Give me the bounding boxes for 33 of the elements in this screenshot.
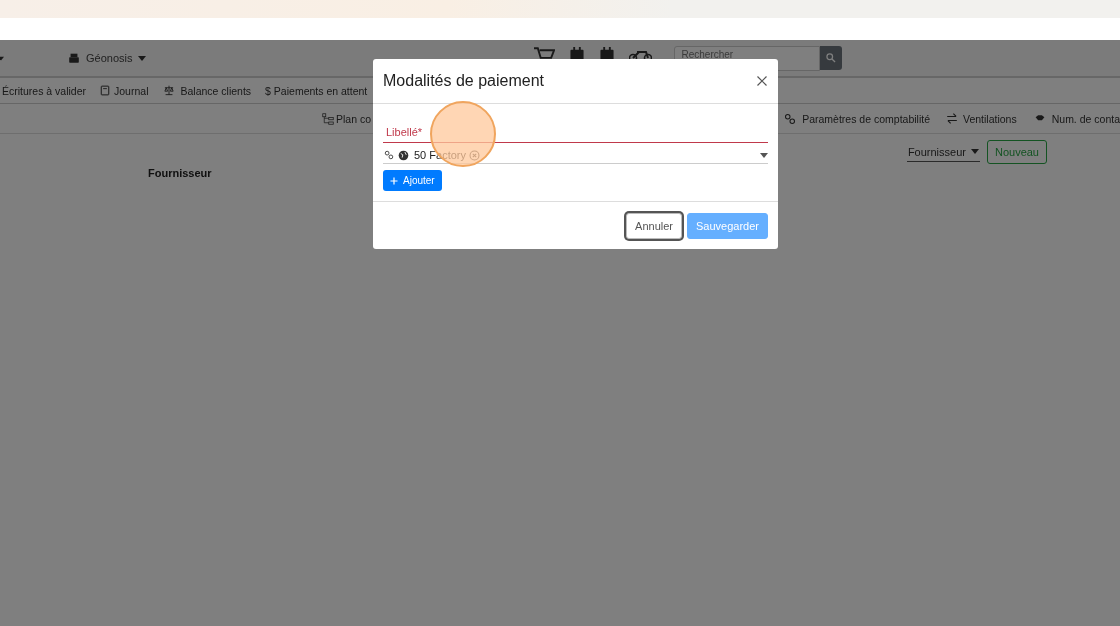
plus-icon xyxy=(390,176,398,185)
close-button[interactable] xyxy=(756,75,768,87)
globe-icon xyxy=(398,149,409,161)
nav-link[interactable]: Balance clients xyxy=(162,84,252,97)
printer-icon xyxy=(68,52,80,64)
nav-link[interactable]: Num. de conta xyxy=(1032,112,1120,125)
nav-link[interactable]: Plan co xyxy=(322,112,372,125)
close-icon xyxy=(756,75,768,87)
selected-chip[interactable]: 50 Factory xyxy=(414,149,466,161)
nav-link[interactable]: Écritures à valider xyxy=(2,84,87,97)
column-header: Fournisseur xyxy=(148,167,213,179)
search-button[interactable] xyxy=(820,46,843,70)
exchange-arrows-icon xyxy=(946,113,958,124)
nav-link[interactable]: Ventilations xyxy=(946,112,1017,125)
caret-down-icon xyxy=(760,152,768,158)
nav-link[interactable]: Paramètres de comptabilité xyxy=(783,112,930,125)
gears-icon xyxy=(383,150,395,160)
workspace-menu[interactable]: Géonosis xyxy=(86,52,133,64)
search-icon xyxy=(826,53,837,63)
nav-link[interactable]: Journal xyxy=(100,84,149,97)
book-icon xyxy=(100,85,111,96)
dialog-title: Modalités de paiement xyxy=(383,72,544,90)
caret-down-icon xyxy=(138,55,147,61)
caret-down-icon xyxy=(970,149,979,154)
add-button[interactable]: Ajouter xyxy=(383,170,442,191)
scale-icon xyxy=(162,85,177,96)
gears-icon xyxy=(783,112,798,125)
cancel-button[interactable]: Annuler xyxy=(626,213,682,239)
filter-dropdown[interactable]: Fournisseur xyxy=(906,142,980,162)
new-button[interactable]: Nouveau xyxy=(986,140,1047,164)
nav-link[interactable]: $ Paiements en attent xyxy=(265,84,368,97)
caret-down-icon xyxy=(0,55,4,61)
hierarchy-icon xyxy=(322,112,334,125)
